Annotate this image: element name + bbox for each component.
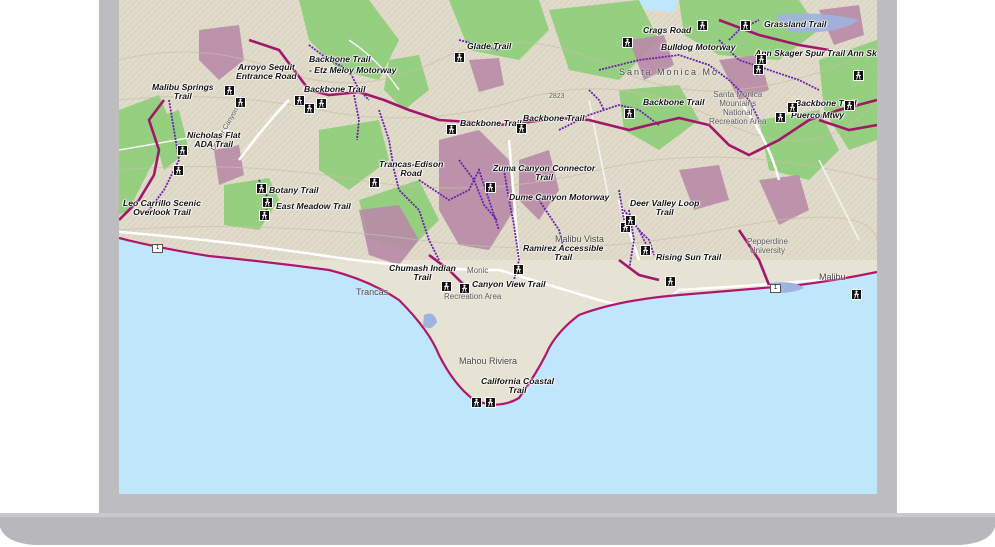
hiker-icon[interactable] [844,100,855,111]
hiker-icon[interactable] [485,182,496,193]
place-malibu: Malibu [819,272,846,282]
hiker-icon[interactable] [471,397,482,408]
hiker-icon[interactable] [697,20,708,31]
label-trancas-edison[interactable]: Trancas-Edison Road [379,160,443,178]
label-nicholas-flat[interactable]: Nicholas Flat ADA Trail [187,131,240,149]
label-leo-carrillo[interactable]: Leo Carrillo Scenic Overlook Trail [123,199,201,217]
hiker-icon[interactable] [259,210,270,221]
place-pepperdine: Pepperdine University [747,237,788,255]
hiker-icon[interactable] [316,98,327,109]
hiker-icon[interactable] [369,177,380,188]
hiker-icon[interactable] [665,276,676,287]
hiker-icon[interactable] [753,64,764,75]
label-etz-meloy[interactable]: - Etz Meloy Motorway [309,66,396,75]
label-backbone-3[interactable]: Backbone Trail [460,119,521,128]
label-glade[interactable]: Glade Trail [467,42,511,51]
laptop-base [0,513,995,545]
label-malibu-springs[interactable]: Malibu Springs Trail [152,83,214,101]
hiker-icon[interactable] [640,245,651,256]
label-ramirez[interactable]: Ramirez Accessible Trail [523,244,603,262]
hiker-icon[interactable] [256,183,267,194]
hiker-icon[interactable] [441,281,452,292]
label-ann-skager[interactable]: Ann Skager Spur Trail Ann Skag [755,49,877,58]
hiker-icon[interactable] [454,52,465,63]
hiker-icon[interactable] [775,112,786,123]
label-zuma-canyon[interactable]: Zuma Canyon Connector Trail [493,164,595,182]
place-mahou-riviera: Mahou Riviera [459,356,518,366]
hiker-icon[interactable] [446,124,457,135]
label-deer-valley[interactable]: Deer Valley Loop Trail [630,199,699,217]
label-puerco[interactable]: Puerco Mtwy [791,111,844,120]
hiker-icon[interactable] [235,97,246,108]
label-backbone-4[interactable]: Backbone Trail [523,114,584,123]
label-crags[interactable]: Crags Road [643,26,691,35]
hiker-icon[interactable] [625,215,636,226]
hiker-icon[interactable] [851,289,862,300]
place-smm-nra: Santa Monica Mountains National Recreation … [709,90,767,126]
label-bulldog[interactable]: Bulldog Motorway [661,43,735,52]
elevation-label: 2823 [549,93,565,100]
hiker-icon[interactable] [177,145,188,156]
hiker-icon[interactable] [516,123,527,134]
hiker-icon[interactable] [622,37,633,48]
label-backbone-5[interactable]: Backbone Trail [643,98,704,107]
label-dume-canyon[interactable]: Dume Canyon Motorway [509,193,609,202]
place-trancas: Trancas [356,287,389,297]
map-view[interactable]: 1 1 Santa Monica Mo Santa Monica Mountain… [119,0,877,494]
hiker-icon[interactable] [485,397,496,408]
hiker-icon[interactable] [224,85,235,96]
hiker-icon[interactable] [459,283,470,294]
hiker-icon[interactable] [173,165,184,176]
hiker-icon[interactable] [853,70,864,81]
hiker-icon[interactable] [787,102,798,113]
place-monica: Monic [467,266,489,275]
label-rising-sun[interactable]: Rising Sun Trail [656,253,721,262]
place-santa-monica: Santa Monica Mo [619,67,720,77]
label-california-coastal[interactable]: California Coastal Trail [481,377,554,395]
label-east-meadow[interactable]: East Meadow Trail [276,202,351,211]
label-grassland[interactable]: Grassland Trail [764,20,826,29]
hiker-icon[interactable] [304,103,315,114]
hiker-icon[interactable] [740,20,751,31]
highway-1-shield: 1 [152,244,163,253]
hiker-icon[interactable] [624,108,635,119]
label-arroyo-sequit[interactable]: Arroyo Sequit Entrance Road [236,63,297,81]
label-chumash[interactable]: Chumash Indian Trail [389,264,456,282]
place-recreation-area: Recreation Area [444,292,502,301]
label-backbone-1[interactable]: Backbone Trail [304,85,365,94]
hiker-icon[interactable] [513,264,524,275]
highway-1-shield-east: 1 [770,284,781,293]
label-botany[interactable]: Botany Trail [269,186,319,195]
label-canyon-view[interactable]: Canyon View Trail [472,280,546,289]
hiker-icon[interactable] [262,197,273,208]
label-backbone-2[interactable]: Backbone Trail [309,55,370,64]
